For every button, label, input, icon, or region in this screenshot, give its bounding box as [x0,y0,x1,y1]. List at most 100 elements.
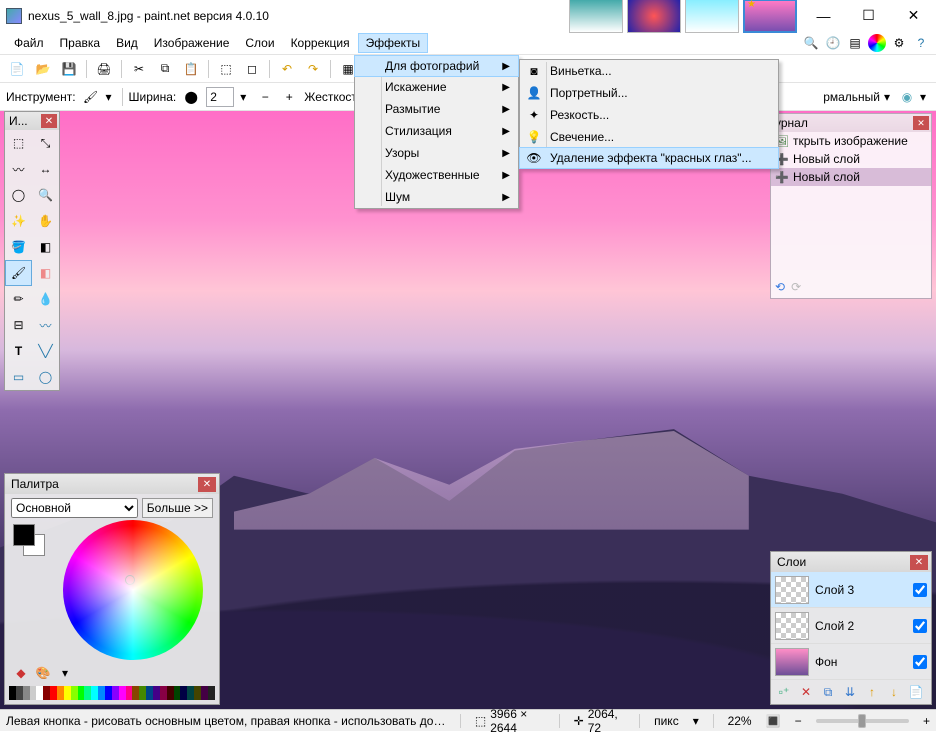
layer-visible-checkbox[interactable] [913,619,927,633]
layers-close-button[interactable]: ✕ [910,555,928,570]
save-icon[interactable]: 💾 [58,58,80,80]
primary-color[interactable] [13,524,35,546]
history-item-1[interactable]: ➕Новый слой [771,150,931,168]
tool-move[interactable]: ↔ [32,156,59,182]
redo-icon[interactable]: ↷ [302,58,324,80]
tool-brush[interactable]: 🖌 [5,260,32,286]
thumb-3[interactable] [685,0,739,33]
zoom-in-icon[interactable]: + [923,714,930,728]
tool-recolor[interactable]: 〰 [32,312,59,338]
submenu-glow[interactable]: 💡Свечение... [520,126,778,148]
tool-zoom[interactable]: 🔍 [32,182,59,208]
color-strip[interactable] [9,686,215,700]
effects-item-distort[interactable]: Искажение▶ [355,76,518,98]
close-window-button[interactable]: ✕ [891,0,936,31]
palette-close-button[interactable]: ✕ [198,477,216,492]
paste-icon[interactable]: 📋 [180,58,202,80]
menu-image[interactable]: Изображение [146,33,238,53]
menu-edit[interactable]: Правка [52,33,109,53]
zoom-slider[interactable] [816,719,909,723]
history-close-button[interactable]: ✕ [913,116,929,130]
menu-file[interactable]: Файл [6,33,52,53]
tool-bucket[interactable]: 🪣 [5,234,32,260]
layer-up-icon[interactable]: ↑ [863,683,881,701]
tool-lasso[interactable]: 〰 [5,156,32,182]
blend-mode-value[interactable]: рмальный [823,90,880,104]
tool-dropdown[interactable]: ▾ [106,90,116,104]
minimize-button[interactable]: — [801,0,846,31]
menu-layers[interactable]: Слои [237,33,282,53]
history-window-icon[interactable]: 🕘 [824,34,842,52]
layer-visible-checkbox[interactable] [913,583,927,597]
width-dropdown[interactable]: ▾ [240,90,250,104]
tool-picker[interactable]: 💧 [32,286,59,312]
menu-view[interactable]: Вид [108,33,146,53]
palette-add-icon[interactable]: ◆ [11,664,31,682]
layer-row-1[interactable]: Слой 2 [771,608,931,644]
current-tool-icon[interactable]: 🖌 [82,88,100,106]
tool-pan[interactable]: ✋ [32,208,59,234]
colors-window-icon[interactable] [868,34,886,52]
status-zoom[interactable]: 22% [728,714,752,728]
tool-wand[interactable]: ✨ [5,208,32,234]
more-button[interactable]: Больше >> [142,498,213,518]
layer-duplicate-icon[interactable]: ⧉ [819,683,837,701]
color-wheel[interactable] [63,520,203,660]
tool-shapes[interactable]: ◯ [32,364,59,390]
tool-clone[interactable]: ⊟ [5,312,32,338]
color-swatches[interactable] [13,524,35,546]
tool-text[interactable]: T [5,338,32,364]
effects-item-patterns[interactable]: Узоры▶ [355,142,518,164]
zoom-window-icon[interactable]: 🔳 [766,714,781,728]
history-undo-icon[interactable]: ⟲ [775,280,785,294]
palette-menu-icon[interactable]: ▾ [55,664,75,682]
tool-gradient[interactable]: ◧ [32,234,59,260]
effects-item-noise[interactable]: Шум▶ [355,186,518,208]
tools-window-icon[interactable]: 🔍 [802,34,820,52]
menu-effects[interactable]: Эффекты [358,33,429,53]
submenu-vignette[interactable]: ◙Виньетка... [520,60,778,82]
cut-icon[interactable]: ✂ [128,58,150,80]
layer-add-icon[interactable]: ▫⁺ [775,683,793,701]
effects-item-artistic[interactable]: Художественные▶ [355,164,518,186]
decrease-width-icon[interactable]: − [256,88,274,106]
maximize-button[interactable]: ☐ [846,0,891,31]
history-redo-icon[interactable]: ⟳ [791,280,801,294]
thumb-4-active[interactable]: ★ [743,0,797,33]
brush-size-icon[interactable]: ⬤ [182,88,200,106]
open-icon[interactable]: 📂 [32,58,54,80]
crop-icon[interactable]: ⬚ [215,58,237,80]
layer-merge-icon[interactable]: ⇊ [841,683,859,701]
zoom-out-icon[interactable]: − [795,714,802,728]
print-icon[interactable]: 🖨 [93,58,115,80]
layer-props-icon[interactable]: 📄 [907,683,925,701]
status-unit[interactable]: пикс [654,714,679,728]
thumb-2[interactable] [627,0,681,33]
tool-rect-select[interactable]: ⬚ [5,130,32,156]
layer-down-icon[interactable]: ↓ [885,683,903,701]
layers-window-icon[interactable]: ▤ [846,34,864,52]
layer-visible-checkbox[interactable] [913,655,927,669]
color-mode-select[interactable]: Основной [11,498,138,518]
submenu-sharpen[interactable]: ✦Резкость... [520,104,778,126]
menu-adjust[interactable]: Коррекция [283,33,358,53]
palette-manage-icon[interactable]: 🎨 [33,664,53,682]
history-item-2[interactable]: ➕Новый слой [771,168,931,186]
tool-pencil[interactable]: ✏ [5,286,32,312]
tool-line[interactable]: ╲╱ [32,338,59,364]
layer-row-2[interactable]: Фон [771,644,931,680]
help-icon[interactable]: ? [912,34,930,52]
tool-eraser[interactable]: ◧ [32,260,59,286]
tool-ellipse-select[interactable]: ◯ [5,182,32,208]
brush-width-input[interactable] [206,87,234,107]
layer-delete-icon[interactable]: ✕ [797,683,815,701]
new-icon[interactable]: 📄 [6,58,28,80]
thumb-1[interactable] [569,0,623,33]
deselect-icon[interactable]: ◻ [241,58,263,80]
blend-icon[interactable]: ◉ [898,88,916,106]
submenu-redeye[interactable]: 👁Удаление эффекта "красных глаз"... [519,147,779,169]
tools-close-button[interactable]: ✕ [41,114,57,128]
effects-item-blur[interactable]: Размытие▶ [355,98,518,120]
effects-item-stylize[interactable]: Стилизация▶ [355,120,518,142]
effects-item-photo[interactable]: Для фотографий▶ [354,55,519,77]
